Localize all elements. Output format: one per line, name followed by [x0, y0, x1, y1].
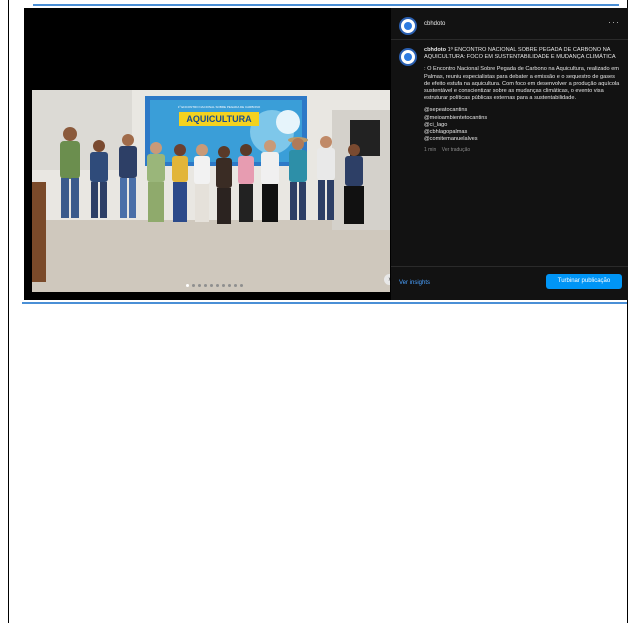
- see-translation-link[interactable]: Ver tradução: [442, 147, 470, 153]
- post-caption: cbhdoto 1º ENCONTRO NACIONAL SOBRE PEGAD…: [424, 47, 620, 155]
- carousel-dot: [204, 284, 207, 287]
- view-insights-link[interactable]: Ver insights: [399, 280, 430, 286]
- avatar-logo-icon: [404, 53, 412, 61]
- carousel-dot: [210, 284, 213, 287]
- caption-meta: 1 min Ver tradução: [424, 147, 620, 154]
- account-handle[interactable]: cbhdoto: [424, 21, 445, 27]
- caption-body: : O Encontro Nacional Sobre Pegada de Ca…: [424, 66, 620, 102]
- account-avatar[interactable]: [399, 17, 417, 35]
- carousel-dot: [222, 284, 225, 287]
- avatar-logo-icon: [404, 22, 412, 30]
- banner-subtitle: 1º ENCONTRO NACIONAL SOBRE PEGADA DE CAR…: [178, 105, 261, 109]
- carousel-dot: [240, 284, 243, 287]
- mentions-list: @sepeatocantins @meioambientetocantins @…: [424, 107, 620, 143]
- carousel-dot: [234, 284, 237, 287]
- more-options-icon[interactable]: ···: [608, 17, 620, 27]
- post-time: 1 min: [424, 147, 437, 154]
- caption-title: 1º ENCONTRO NACIONAL SOBRE PEGADA DE CAR…: [424, 47, 616, 61]
- post-photo[interactable]: AQUICULTURA 1º ENCONTRO NACIONAL SOBRE P…: [32, 90, 390, 292]
- boost-post-button[interactable]: Turbinar publicação: [546, 274, 622, 289]
- mention-link[interactable]: @cbhlagopalmas: [424, 129, 620, 136]
- left-border: [8, 0, 9, 623]
- header-divider: [391, 39, 628, 40]
- caption-author[interactable]: cbhdoto: [424, 47, 446, 53]
- caption-avatar[interactable]: [399, 48, 417, 66]
- carousel-dot: [192, 284, 195, 287]
- instagram-post: AQUICULTURA 1º ENCONTRO NACIONAL SOBRE P…: [24, 8, 628, 300]
- footer-divider: [391, 266, 628, 267]
- mention-link[interactable]: @meioambientetocantins: [424, 115, 620, 122]
- post-side-panel: cbhdoto ··· cbhdoto 1º ENCONTRO NACIONAL…: [391, 8, 628, 300]
- top-divider: [33, 4, 619, 6]
- bottom-divider: [22, 302, 627, 304]
- mention-link[interactable]: @ci_lago: [424, 122, 620, 129]
- carousel-indicator: [186, 284, 243, 287]
- carousel-next-button[interactable]: ›: [384, 274, 390, 285]
- group-photo-image: AQUICULTURA 1º ENCONTRO NACIONAL SOBRE P…: [32, 90, 390, 292]
- carousel-dot: [216, 284, 219, 287]
- carousel-dot: [228, 284, 231, 287]
- mention-link[interactable]: @comitemanuelalves: [424, 136, 620, 143]
- carousel-dot: [186, 284, 189, 287]
- media-area: AQUICULTURA 1º ENCONTRO NACIONAL SOBRE P…: [24, 8, 390, 300]
- carousel-dot: [198, 284, 201, 287]
- banner-title: AQUICULTURA: [186, 114, 252, 124]
- mention-link[interactable]: @sepeatocantins: [424, 107, 620, 114]
